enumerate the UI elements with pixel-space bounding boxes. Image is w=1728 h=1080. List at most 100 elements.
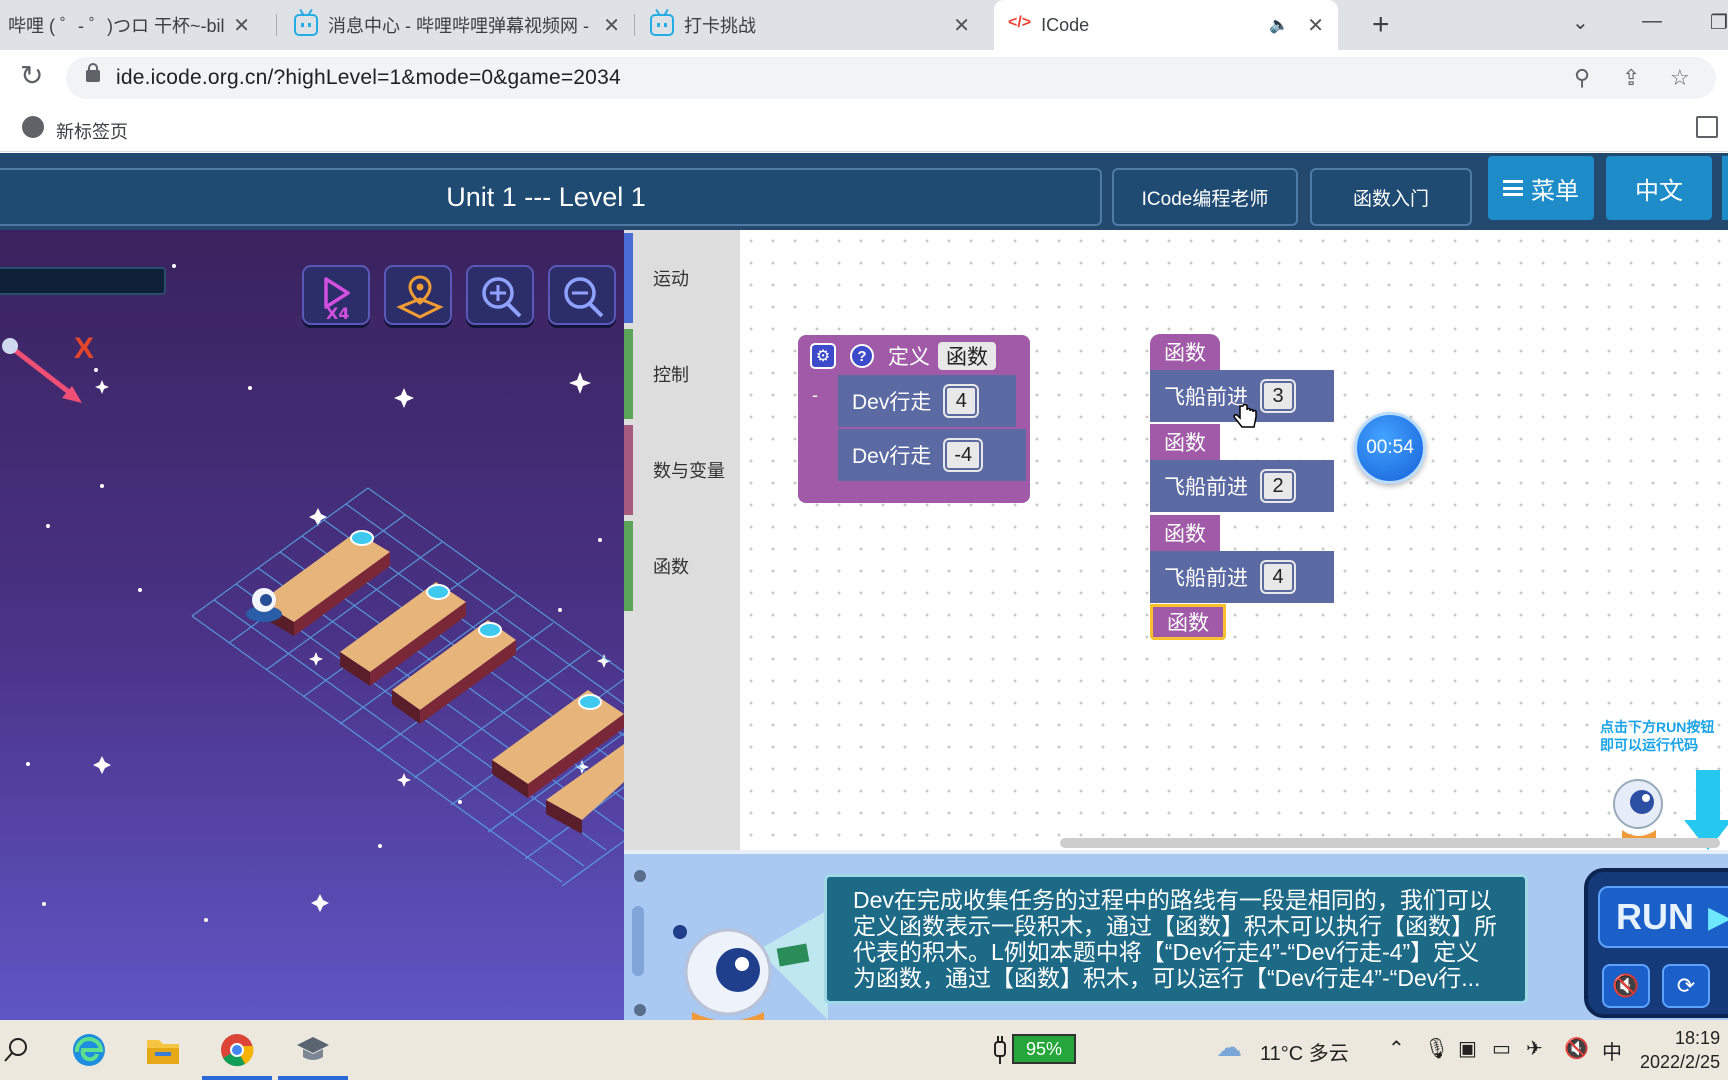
clock-date: 2022/2/25 (1640, 1052, 1721, 1072)
tab-message-center[interactable]: 消息中心 - 哔哩哔哩弹幕视频网 - ✕ (280, 0, 634, 50)
language-button[interactable]: 中文 (1606, 156, 1712, 220)
menu-button-label: 菜单 (1531, 177, 1579, 205)
system-clock[interactable]: 18:19 2022/2/25 (1640, 1026, 1720, 1074)
axis-arrow (10, 346, 76, 398)
new-tab-button[interactable]: + (1372, 10, 1390, 40)
speed-x4-button[interactable]: X4 (302, 265, 370, 325)
gear-icon[interactable]: ⚙ (810, 343, 836, 369)
tab-muted-speaker-icon[interactable]: 🔈 (1269, 15, 1289, 35)
block-value-input[interactable]: 4 (1262, 562, 1294, 592)
run-button-label: RUN (1616, 896, 1694, 937)
define-function-block[interactable]: ⚙ ? 定义 函数 - Dev行走 4 Dev行走 -4 (798, 335, 1030, 503)
help-icon[interactable]: ? (850, 344, 874, 368)
collapse-minus[interactable]: - (812, 385, 818, 406)
header-overflow-button[interactable] (1722, 156, 1728, 220)
reading-list-icon[interactable] (1696, 116, 1718, 138)
define-block-header: ⚙ ? 定义 函数 (810, 341, 996, 371)
dev-walk-block[interactable]: Dev行走 4 (838, 375, 1016, 427)
bookmark-new-tab[interactable]: 新标签页 (56, 118, 128, 144)
zoom-icon[interactable]: ⚲ (1574, 65, 1590, 91)
call-function-block-selected[interactable]: 函数 (1150, 604, 1226, 640)
lock-icon[interactable] (86, 63, 100, 82)
category-color-bar (624, 233, 633, 323)
tab-icode[interactable]: </> ICode 🔈 ✕ (994, 0, 1338, 50)
astronaut-mascot-icon (673, 910, 828, 1024)
minimize-window-button[interactable]: — (1642, 10, 1662, 33)
tab-close-icon[interactable]: ✕ (953, 13, 970, 38)
map-view-button[interactable] (384, 265, 452, 325)
axis-x-label: X (74, 332, 95, 365)
tab-search-chevron-icon[interactable]: ⌄ (1572, 10, 1589, 35)
function-name-field[interactable]: 函数 (938, 342, 996, 370)
category-color-bar (624, 521, 633, 611)
fast-forward-icon: ▶▶ (1708, 900, 1728, 934)
call-function-block[interactable]: 函数 (1150, 424, 1220, 460)
taskbar-file-explorer-icon[interactable] (128, 1020, 198, 1080)
horizontal-scrollbar[interactable] (1060, 838, 1720, 848)
category-control[interactable]: 控制 (624, 326, 740, 422)
block-value-input[interactable]: 3 (1262, 381, 1294, 411)
menu-list-icon (1503, 180, 1523, 196)
share-icon[interactable]: ⇪ (1622, 65, 1640, 91)
panel-collapse-handle[interactable] (632, 906, 644, 976)
display-icon[interactable]: ▣ (1458, 1036, 1477, 1061)
block-label: Dev行走 (852, 445, 932, 468)
ship-forward-block[interactable]: 飞船前进 2 (1150, 460, 1334, 512)
tray-chevron-up-icon[interactable]: ⌃ (1388, 1036, 1405, 1061)
code-icon: </> (1008, 14, 1032, 31)
block-label: Dev行走 (852, 391, 932, 414)
code-workspace[interactable]: ⚙ ? 定义 函数 - Dev行走 4 Dev行走 -4 函数 飞船前进 3 函… (740, 230, 1728, 850)
block-value-input[interactable]: -4 (945, 440, 982, 470)
address-bar[interactable]: ide.icode.org.cn/?highLevel=1&mode=0&gam… (66, 57, 1716, 99)
category-functions[interactable]: 函数 (624, 518, 740, 614)
url-text[interactable]: ide.icode.org.cn/?highLevel=1&mode=0&gam… (116, 66, 621, 90)
network-icon[interactable]: ✈ (1526, 1036, 1543, 1061)
teacher-button[interactable]: ICode编程老师 (1112, 168, 1298, 226)
run-button[interactable]: RUN ▶▶ (1598, 886, 1728, 948)
zoom-out-button[interactable] (548, 265, 616, 325)
page-title: Unit 1 --- Level 1 (446, 181, 646, 212)
taskbar-chrome-icon[interactable] (202, 1020, 272, 1080)
run-control-panel: RUN ▶▶ 🔇 ⟳ (1584, 868, 1728, 1018)
tab-close-icon[interactable]: ✕ (603, 13, 620, 38)
taskbar-edge-icon[interactable] (54, 1020, 124, 1080)
panel-bolt (634, 1004, 646, 1016)
restore-window-button[interactable]: ❐ (1710, 10, 1728, 35)
zoom-in-icon (482, 277, 522, 318)
microphone-icon[interactable]: 🎙 (1424, 1036, 1449, 1061)
call-function-block[interactable]: 函数 (1150, 334, 1220, 370)
call-function-block[interactable]: 函数 (1150, 515, 1220, 551)
mute-button[interactable]: 🔇 (1602, 964, 1650, 1008)
tab-separator (276, 14, 277, 36)
tab-separator (634, 14, 635, 36)
block-value-input[interactable]: 4 (945, 386, 978, 416)
course-button[interactable]: 函数入门 (1310, 168, 1472, 226)
block-label: 飞船前进 (1164, 476, 1248, 499)
menu-button[interactable]: 菜单 (1488, 156, 1594, 220)
tab-close-icon[interactable]: ✕ (233, 13, 250, 38)
bookmark-star-icon[interactable]: ☆ (1670, 65, 1690, 91)
block-value-input[interactable]: 2 (1262, 471, 1294, 501)
reload-icon[interactable]: ↻ (20, 62, 43, 90)
ime-indicator[interactable]: 中 (1602, 1036, 1622, 1065)
scene-status-field (0, 267, 166, 295)
ship-forward-block[interactable]: 飞船前进 4 (1150, 551, 1334, 603)
run-hint-line: 即可以运行代码 (1600, 737, 1698, 753)
taskbar-graduation-app-icon[interactable] (278, 1020, 348, 1080)
zoom-in-button[interactable] (466, 265, 534, 325)
browser-toolbar: ↻ ide.icode.org.cn/?highLevel=1&mode=0&g… (0, 50, 1728, 106)
tab-bilibili-home[interactable]: 哔哩 ( ゜- ゜)つロ 干杯~-bilil ✕ (0, 0, 264, 50)
battery-tray-icon[interactable]: ▭ (1492, 1036, 1511, 1061)
zoom-out-icon (564, 277, 604, 318)
taskbar-search-icon[interactable] (0, 1020, 52, 1080)
volume-muted-icon[interactable]: 🔇 (1564, 1036, 1589, 1061)
category-motion[interactable]: 运动 (624, 230, 740, 326)
battery-indicator[interactable]: 95% (1012, 1034, 1076, 1064)
tab-checkin-challenge[interactable]: 打卡挑战 ✕ (636, 0, 984, 50)
tab-close-icon[interactable]: ✕ (1307, 13, 1324, 38)
weather-widget[interactable]: 11°C 多云 (1260, 1037, 1349, 1066)
category-variables[interactable]: 数与变量 (624, 422, 740, 518)
map-pin-icon (396, 275, 444, 319)
reset-button[interactable]: ⟳ (1662, 964, 1710, 1008)
dev-walk-block[interactable]: Dev行走 -4 (838, 429, 1026, 481)
